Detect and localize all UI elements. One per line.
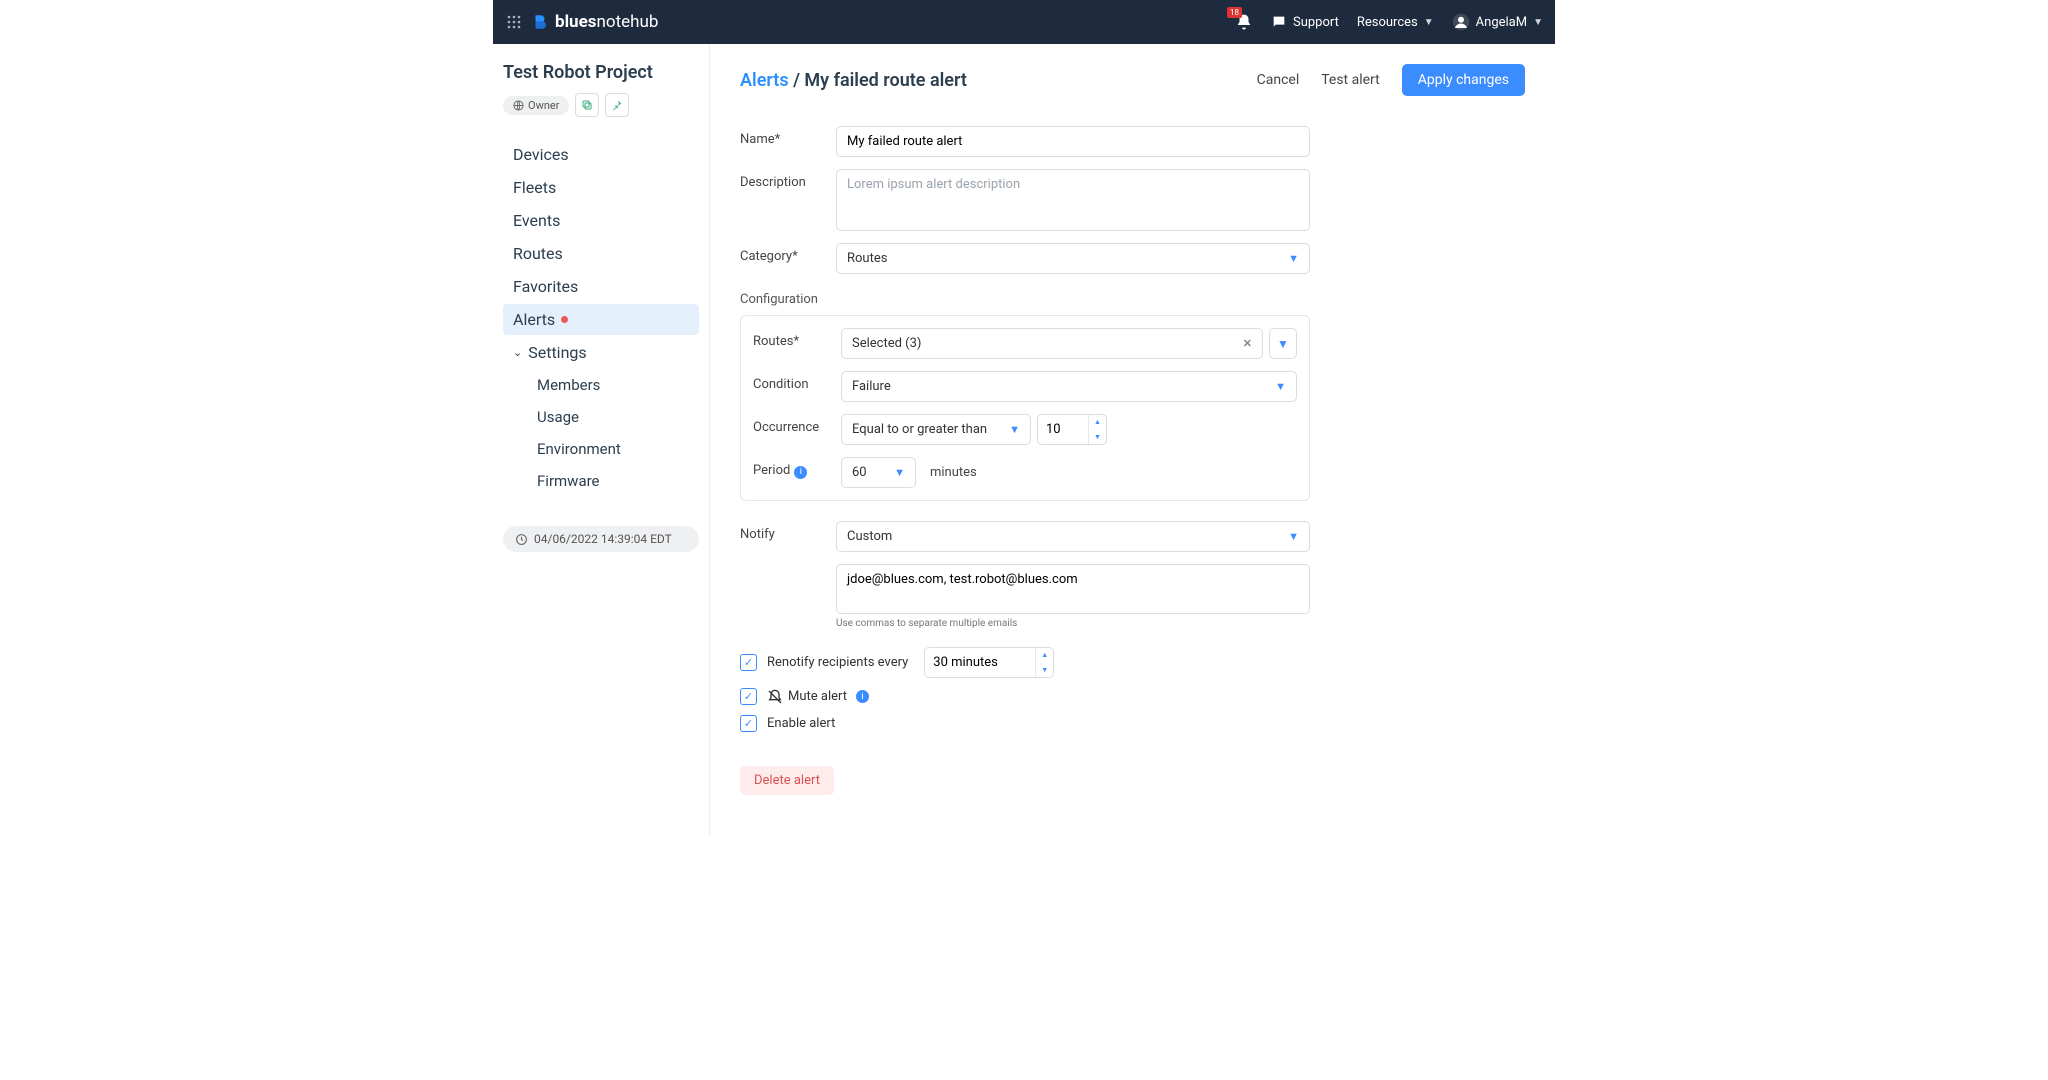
support-link[interactable]: Support — [1271, 14, 1339, 30]
mute-label: Mute alert i — [767, 689, 869, 705]
globe-icon — [513, 100, 524, 111]
occurrence-operator-select[interactable]: Equal to or greater than ▼ — [841, 414, 1031, 445]
test-alert-button[interactable]: Test alert — [1321, 72, 1380, 88]
user-menu[interactable]: AngelaM ▼ — [1452, 13, 1543, 31]
notifications-icon[interactable]: 18 — [1235, 13, 1253, 31]
nav-alerts[interactable]: Alerts — [503, 304, 699, 335]
nav-events[interactable]: Events — [503, 205, 699, 236]
app-grid-icon[interactable] — [505, 13, 523, 31]
step-up-icon[interactable]: ▲ — [1036, 648, 1053, 663]
logo[interactable]: bluesnotehub — [531, 12, 658, 32]
condition-label: Condition — [753, 371, 841, 392]
info-icon[interactable]: i — [856, 690, 869, 703]
enable-checkbox[interactable]: ✓ — [740, 715, 757, 732]
enable-label: Enable alert — [767, 716, 835, 731]
name-label: Name* — [740, 126, 836, 147]
sidebar: Test Robot Project Owner Devices Fleets … — [493, 44, 710, 835]
configuration-box: Routes* Selected (3) ✕ ▼ Condition Fa — [740, 315, 1310, 501]
chevron-down-icon: ▼ — [1275, 380, 1286, 393]
resources-menu[interactable]: Resources ▼ — [1357, 15, 1434, 30]
configuration-label: Configuration — [740, 292, 1310, 307]
category-select[interactable]: Routes ▼ — [836, 243, 1310, 274]
nav-usage[interactable]: Usage — [503, 402, 699, 432]
step-up-icon[interactable]: ▲ — [1089, 415, 1106, 430]
nav-routes[interactable]: Routes — [503, 238, 699, 269]
breadcrumb-root[interactable]: Alerts — [740, 70, 789, 91]
notification-badge: 18 — [1227, 7, 1242, 18]
nav-devices[interactable]: Devices — [503, 139, 699, 170]
logo-mark-icon — [531, 13, 549, 31]
main: Alerts / My failed route alert Cancel Te… — [710, 44, 1555, 835]
bell-off-icon — [767, 689, 783, 705]
nav-favorites[interactable]: Favorites — [503, 271, 699, 302]
notify-help-text: Use commas to separate multiple emails — [836, 618, 1310, 629]
occurrence-label: Occurrence — [753, 414, 841, 435]
logo-text-light: notehub — [597, 12, 659, 32]
nav-firmware[interactable]: Firmware — [503, 466, 699, 496]
routes-select[interactable]: Selected (3) ✕ — [841, 328, 1263, 359]
nav-fleets[interactable]: Fleets — [503, 172, 699, 203]
nav-members[interactable]: Members — [503, 370, 699, 400]
delete-alert-button[interactable]: Delete alert — [740, 766, 834, 795]
renotify-checkbox[interactable]: ✓ — [740, 654, 757, 671]
info-icon[interactable]: i — [794, 466, 807, 479]
chevron-down-icon: ▼ — [1009, 423, 1020, 436]
nav-environment[interactable]: Environment — [503, 434, 699, 464]
notify-emails-input[interactable]: jdoe@blues.com, test.robot@blues.com — [836, 564, 1310, 614]
timestamp: 04/06/2022 14:39:04 EDT — [503, 526, 699, 552]
routes-label: Routes* — [753, 328, 841, 349]
name-input[interactable] — [836, 126, 1310, 157]
chevron-down-icon: ▼ — [1288, 530, 1299, 543]
breadcrumb: Alerts / My failed route alert — [740, 70, 967, 91]
chevron-down-icon: ⌄ — [513, 346, 522, 359]
category-label: Category* — [740, 243, 836, 264]
chat-icon — [1271, 14, 1287, 30]
notify-label: Notify — [740, 521, 836, 542]
owner-pill: Owner — [503, 96, 569, 115]
logo-text-bold: blues — [555, 12, 597, 32]
pin-button[interactable] — [605, 93, 629, 117]
clear-icon[interactable]: ✕ — [1243, 337, 1252, 350]
period-unit: minutes — [930, 465, 977, 480]
period-label: Periodi — [753, 457, 841, 479]
user-icon — [1452, 13, 1470, 31]
notify-select[interactable]: Custom ▼ — [836, 521, 1310, 552]
cancel-button[interactable]: Cancel — [1257, 72, 1300, 88]
chevron-down-icon: ▼ — [894, 466, 905, 479]
step-down-icon[interactable]: ▼ — [1036, 663, 1053, 678]
topbar: bluesnotehub 18 Support Resources ▼ Ange… — [493, 0, 1555, 44]
copy-button[interactable] — [575, 93, 599, 117]
alert-dot-icon — [561, 316, 568, 323]
chevron-down-icon: ▼ — [1424, 17, 1434, 28]
occurrence-count-stepper[interactable]: ▲▼ — [1037, 414, 1107, 445]
chevron-down-icon: ▼ — [1533, 17, 1543, 28]
chevron-down-icon: ▼ — [1277, 337, 1289, 351]
condition-select[interactable]: Failure ▼ — [841, 371, 1297, 402]
period-select[interactable]: 60 ▼ — [841, 457, 916, 488]
step-down-icon[interactable]: ▼ — [1089, 430, 1106, 445]
clock-icon — [515, 533, 528, 546]
routes-dropdown-button[interactable]: ▼ — [1269, 328, 1297, 359]
project-title: Test Robot Project — [503, 62, 699, 83]
nav-settings[interactable]: ⌄Settings — [503, 337, 699, 368]
renotify-interval-stepper[interactable]: ▲▼ — [924, 647, 1054, 678]
apply-changes-button[interactable]: Apply changes — [1402, 64, 1525, 96]
breadcrumb-page: My failed route alert — [804, 70, 967, 91]
description-label: Description — [740, 169, 836, 190]
chevron-down-icon: ▼ — [1288, 252, 1299, 265]
description-input[interactable] — [836, 169, 1310, 231]
mute-checkbox[interactable]: ✓ — [740, 688, 757, 705]
renotify-label: Renotify recipients every — [767, 655, 908, 670]
